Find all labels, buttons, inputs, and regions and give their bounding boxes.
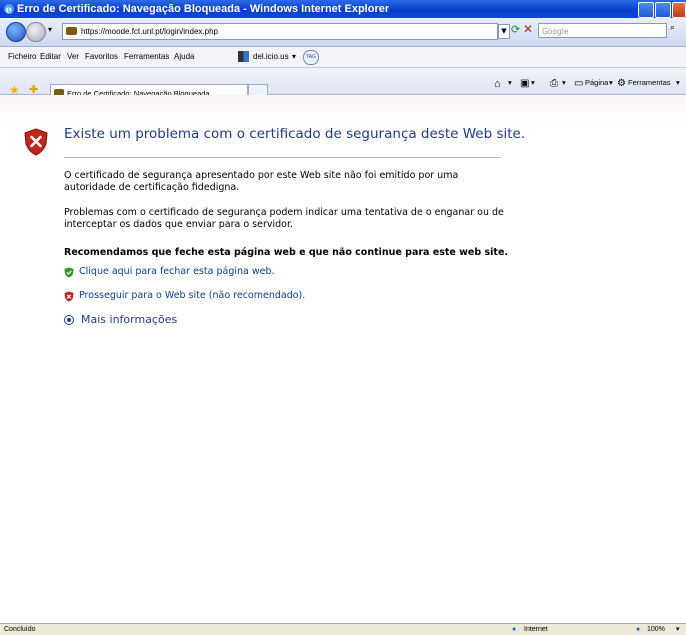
page-icon: ▭ — [574, 78, 584, 89]
tools-gear-icon: ⚙ — [617, 78, 626, 89]
zoom-level[interactable]: 100% — [647, 624, 665, 635]
tools-menu[interactable]: Ferramentas — [628, 78, 671, 87]
page-menu[interactable]: Página — [585, 78, 608, 87]
delicious-dropdown-icon[interactable]: ▾ — [292, 47, 296, 67]
menu-favorites[interactable]: Favoritos — [85, 47, 118, 67]
page-title: Existe um problema com o certificado de … — [64, 126, 526, 142]
globe-icon: ● — [512, 626, 517, 633]
address-bar: ▾ https://moode.fct.unl.pt/login/index.p… — [0, 18, 686, 47]
delicious-icon — [238, 51, 249, 62]
expand-icon[interactable] — [64, 315, 74, 325]
stop-icon[interactable]: ✕ — [523, 22, 533, 36]
svg-text:e: e — [6, 5, 12, 15]
tag-button[interactable]: TAG — [303, 50, 319, 65]
window-title: Erro de Certificado: Navegação Bloqueada… — [17, 3, 390, 15]
back-button[interactable] — [6, 22, 26, 42]
feeds-icon[interactable]: ▣ — [520, 78, 529, 89]
print-icon[interactable]: ⎙ — [550, 78, 558, 89]
page-dropdown-icon[interactable]: ▾ — [609, 78, 613, 87]
nav-dropdown-icon[interactable]: ▾ — [48, 25, 52, 34]
status-text: Concluído — [4, 626, 36, 633]
menu-tools[interactable]: Ferramentas — [124, 47, 169, 67]
close-page-link[interactable]: Clique aqui para fechar esta página web. — [79, 266, 275, 277]
home-dropdown-icon[interactable]: ▾ — [508, 78, 512, 87]
search-input[interactable]: Google — [538, 23, 667, 38]
zoom-dropdown-icon[interactable]: ▾ — [676, 624, 680, 635]
menu-view[interactable]: Ver — [67, 47, 79, 67]
maximize-button[interactable] — [655, 2, 671, 18]
address-dropdown-icon[interactable]: ▼ — [498, 24, 510, 39]
menu-file[interactable]: Ficheiro — [8, 47, 36, 67]
title-bar: e Erro de Certificado: Navegação Bloquea… — [0, 0, 686, 18]
explanation-paragraph-1: O certificado de segurança apresentado p… — [64, 170, 459, 193]
menu-bar: Ficheiro Editar Ver Favoritos Ferramenta… — [0, 47, 686, 68]
divider — [64, 157, 501, 158]
close-button[interactable] — [672, 2, 686, 18]
explanation-paragraph-2: Problemas com o certificado de segurança… — [64, 207, 504, 230]
search-icon[interactable]: ⌕ — [670, 23, 675, 33]
delicious-button[interactable]: del.icio.us — [253, 47, 289, 67]
menu-help[interactable]: Ajuda — [174, 47, 194, 67]
more-info-link[interactable]: Mais informações — [81, 313, 177, 326]
url-input[interactable]: https://moode.fct.unl.pt/login/index.php — [62, 23, 498, 40]
print-dropdown-icon[interactable]: ▾ — [562, 78, 566, 87]
security-zone: Internet — [524, 626, 548, 633]
status-bar: Concluído ● Internet ● 100% ▾ — [0, 623, 686, 635]
red-shield-icon — [64, 291, 74, 302]
menu-edit[interactable]: Editar — [40, 47, 61, 67]
home-icon[interactable]: ⌂ — [494, 78, 501, 90]
certificate-error-icon — [66, 27, 77, 35]
green-shield-icon — [64, 267, 74, 278]
error-shield-icon — [24, 128, 48, 156]
ie-logo-icon: e — [4, 4, 14, 15]
tab-bar: ★ ✚ Erro de Certificado: Navegação Bloqu… — [0, 68, 686, 104]
minimize-button[interactable] — [638, 2, 654, 18]
recommendation-text: Recomendamos que feche esta página web e… — [64, 247, 508, 258]
refresh-icon[interactable]: ⟳ — [511, 23, 520, 36]
zoom-icon: ● — [636, 626, 641, 633]
tools-dropdown-icon[interactable]: ▾ — [676, 78, 680, 87]
continue-link[interactable]: Prosseguir para o Web site (não recomend… — [79, 290, 305, 301]
forward-button[interactable] — [26, 22, 46, 42]
feeds-dropdown-icon[interactable]: ▾ — [531, 78, 535, 87]
